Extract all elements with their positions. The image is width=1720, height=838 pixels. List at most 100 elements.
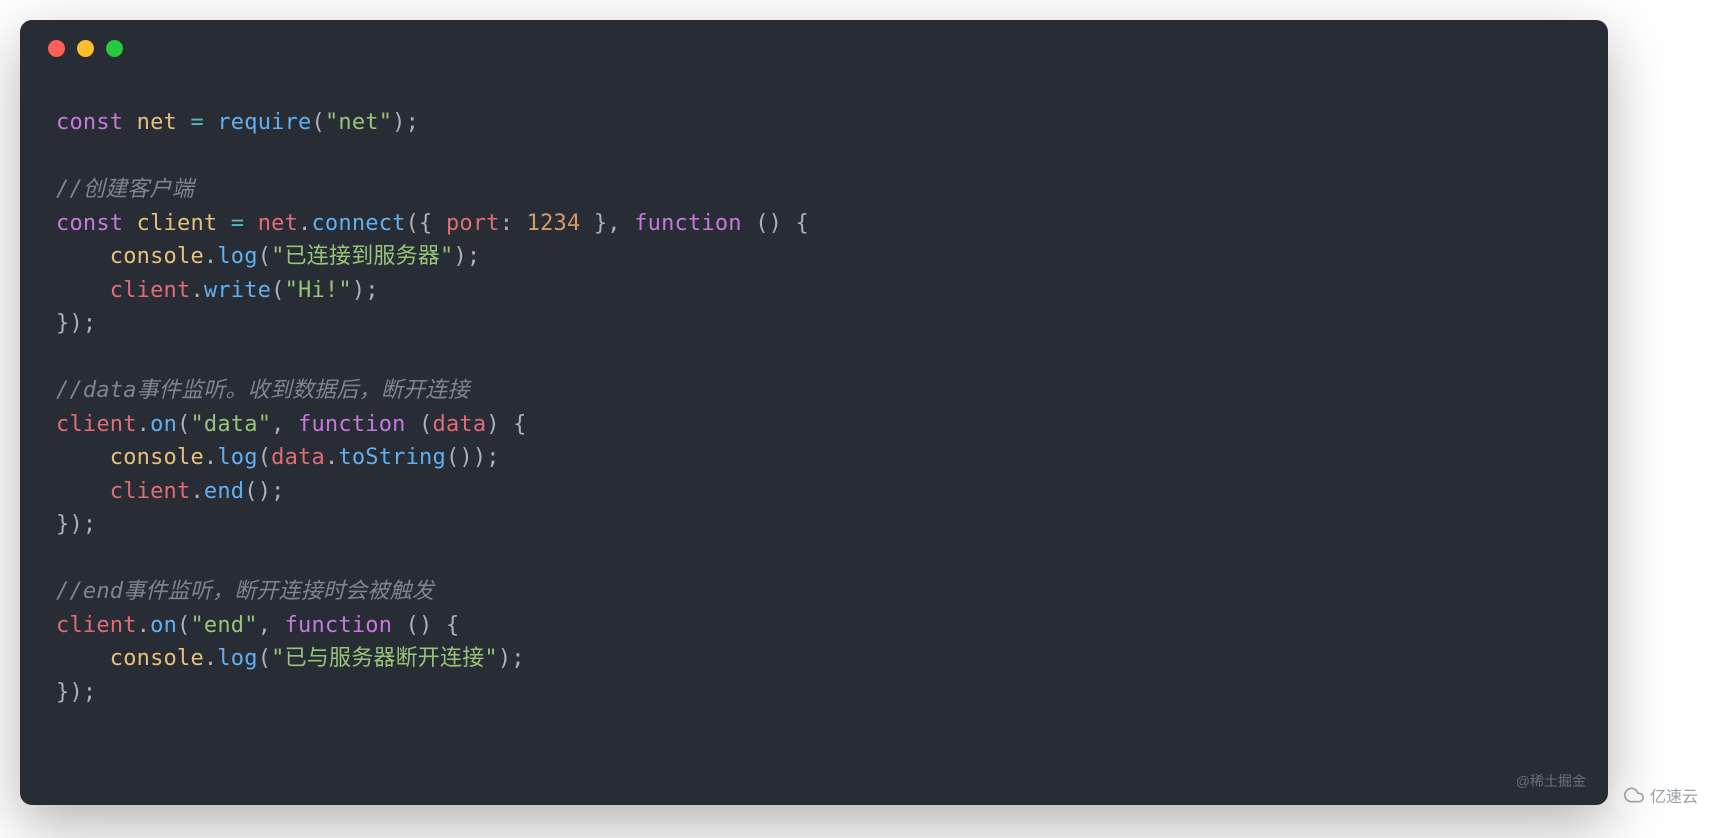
code-token: ) { <box>486 412 526 437</box>
code-line: }); <box>56 676 1572 710</box>
code-line: client.write("Hi!"); <box>56 274 1572 308</box>
code-token: ( <box>311 110 324 135</box>
code-token: function <box>634 211 755 236</box>
close-icon[interactable] <box>48 40 65 57</box>
code-token: }); <box>56 680 96 705</box>
code-token: //end事件监听，断开连接时会被触发 <box>56 579 434 604</box>
code-window: const net = require("net"); //创建客户端const… <box>20 20 1608 805</box>
minimize-icon[interactable] <box>77 40 94 57</box>
code-token: console <box>110 244 204 269</box>
code-line: client.on("end", function () { <box>56 609 1572 643</box>
code-token: ); <box>392 110 419 135</box>
code-content: const net = require("net"); //创建客户端const… <box>20 76 1608 729</box>
code-token: . <box>204 646 217 671</box>
code-token: . <box>190 278 203 303</box>
page-wrap: const net = require("net"); //创建客户端const… <box>0 0 1720 838</box>
code-token: log <box>217 244 257 269</box>
code-token: }); <box>56 512 96 537</box>
code-token: () { <box>755 211 809 236</box>
yisu-watermark: 亿速云 <box>1612 777 1710 813</box>
code-line: const client = net.connect({ port: 1234 … <box>56 207 1572 241</box>
code-token: "data" <box>190 412 271 437</box>
code-token: . <box>204 445 217 470</box>
code-token: console <box>110 445 204 470</box>
code-line: console.log(data.toString()); <box>56 441 1572 475</box>
code-token: , <box>258 613 285 638</box>
code-token: ( <box>177 613 190 638</box>
code-token: client <box>56 412 137 437</box>
code-token: data <box>433 412 487 437</box>
code-token: "Hi!" <box>285 278 352 303</box>
code-token: . <box>204 244 217 269</box>
code-token: port <box>446 211 500 236</box>
code-token: net <box>258 211 298 236</box>
code-token <box>56 445 110 470</box>
code-token: toString <box>338 445 446 470</box>
code-token: net <box>137 110 177 135</box>
code-token: write <box>204 278 271 303</box>
code-token: //data事件监听。收到数据后，断开连接 <box>56 378 470 403</box>
code-token: ( <box>419 412 432 437</box>
code-token: ); <box>453 244 480 269</box>
code-token: = <box>177 110 217 135</box>
code-line: console.log("已与服务器断开连接"); <box>56 642 1572 676</box>
yisu-label: 亿速云 <box>1650 783 1698 807</box>
code-line: console.log("已连接到服务器"); <box>56 240 1572 274</box>
code-token: client <box>56 613 137 638</box>
code-token: = <box>217 211 257 236</box>
code-token: client <box>110 479 191 504</box>
code-token: ); <box>352 278 379 303</box>
code-token: ( <box>271 278 284 303</box>
code-line: //创建客户端 <box>56 173 1572 207</box>
code-token <box>56 646 110 671</box>
code-line: const net = require("net"); <box>56 106 1572 140</box>
code-token <box>56 479 110 504</box>
code-token: , <box>271 412 298 437</box>
code-token: 1234 <box>527 211 581 236</box>
code-token: . <box>325 445 338 470</box>
code-line <box>56 542 1572 576</box>
code-token: . <box>298 211 311 236</box>
code-token: client <box>137 211 218 236</box>
code-token: on <box>150 412 177 437</box>
code-token: connect <box>311 211 405 236</box>
code-token: on <box>150 613 177 638</box>
code-token <box>56 278 110 303</box>
code-token: function <box>285 613 406 638</box>
code-token: ()); <box>446 445 500 470</box>
code-line: }); <box>56 307 1572 341</box>
code-token: //创建客户端 <box>56 177 194 202</box>
code-line: }); <box>56 508 1572 542</box>
code-token: . <box>190 479 203 504</box>
window-title-bar <box>20 20 1608 76</box>
code-token: () { <box>406 613 460 638</box>
code-token: end <box>204 479 244 504</box>
code-line: client.on("data", function (data) { <box>56 408 1572 442</box>
code-token: "已连接到服务器" <box>271 244 453 269</box>
code-token: "net" <box>325 110 392 135</box>
maximize-icon[interactable] <box>106 40 123 57</box>
code-line: //data事件监听。收到数据后，断开连接 <box>56 374 1572 408</box>
code-token: ({ <box>406 211 446 236</box>
code-token: }, <box>580 211 634 236</box>
code-token: (); <box>244 479 284 504</box>
code-token: function <box>298 412 419 437</box>
code-line <box>56 341 1572 375</box>
code-token: console <box>110 646 204 671</box>
code-token: const <box>56 211 137 236</box>
code-token: ( <box>258 646 271 671</box>
code-line <box>56 140 1572 174</box>
code-token: . <box>137 412 150 437</box>
code-token <box>56 244 110 269</box>
code-token: log <box>217 646 257 671</box>
code-token: data <box>271 445 325 470</box>
code-token: require <box>217 110 311 135</box>
code-line: client.end(); <box>56 475 1572 509</box>
cloud-icon <box>1624 785 1644 805</box>
juejin-watermark: @稀土掘金 <box>1516 771 1586 791</box>
code-token: ( <box>258 445 271 470</box>
code-token: client <box>110 278 191 303</box>
code-token: log <box>217 445 257 470</box>
code-token: "end" <box>190 613 257 638</box>
code-token: ); <box>498 646 525 671</box>
